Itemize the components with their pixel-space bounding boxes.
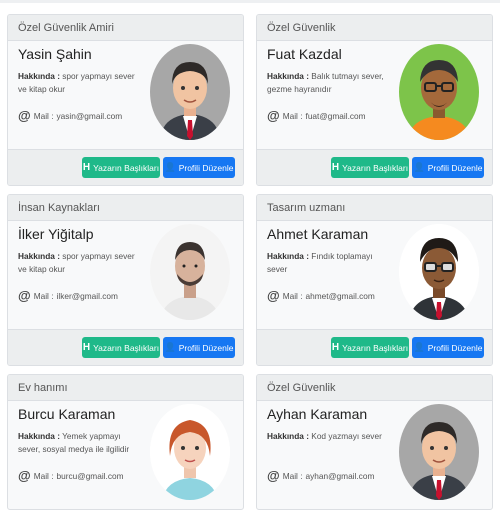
card-footer: H Yazarın Başlıkları 👤 Profili Düzenle (257, 329, 492, 365)
author-titles-button[interactable]: H Yazarın Başlıkları (331, 157, 409, 178)
profile-card: İnsan Kaynakları İlker Yiğitalp Hakkında… (7, 194, 244, 366)
profile-card: Özel Güvenlik Fuat Kazdal Hakkında : Bal… (256, 14, 493, 186)
avatar (399, 44, 479, 140)
profile-about: Hakkında : spor yapmayı sever ve kitap o… (18, 251, 135, 274)
card-role: Ev hanımı (8, 375, 243, 401)
profile-about: Hakkında : Kod yazmayı sever (267, 431, 382, 441)
profile-about: Hakkında : Fındık toplamayı sever (267, 251, 373, 274)
at-icon: @ (18, 468, 31, 483)
h-icon: H (331, 342, 340, 353)
at-icon: @ (267, 288, 280, 303)
profile-about: Hakkında : Yemek yapmayı sever, sosyal m… (18, 431, 130, 454)
card-body: İlker Yiğitalp Hakkında : spor yapmayı s… (8, 221, 243, 329)
at-icon: @ (267, 468, 280, 483)
author-titles-button[interactable]: H Yazarın Başlıkları (82, 337, 160, 358)
card-role: Özel Güvenlik (257, 375, 492, 401)
profile-card: Özel Güvenlik Amiri Yasin Şahin Hakkında… (7, 14, 244, 186)
h-icon: H (82, 342, 91, 353)
card-body: Fuat Kazdal Hakkında : Balık tutmayı sev… (257, 41, 492, 149)
card-role: Özel Güvenlik Amiri (8, 15, 243, 41)
card-body: Yasin Şahin Hakkında : spor yapmayı seve… (8, 41, 243, 149)
profile-card: Tasarım uzmanı Ahmet Karaman Hakkında : … (256, 194, 493, 366)
edit-profile-button[interactable]: 👤 Profili Düzenle (163, 337, 235, 358)
profile-about: Hakkında : spor yapmayı sever ve kitap o… (18, 71, 135, 94)
profile-card: Ev hanımı Burcu Karaman Hakkında : Yemek… (7, 374, 244, 510)
h-icon: H (82, 162, 91, 173)
avatar (399, 224, 479, 320)
avatar (150, 224, 230, 320)
author-titles-button[interactable]: H Yazarın Başlıkları (82, 157, 160, 178)
user-icon: 👤 (413, 162, 425, 172)
card-footer: H Yazarın Başlıkları 👤 Profili Düzenle (8, 329, 243, 365)
at-icon: @ (18, 288, 31, 303)
card-footer: H Yazarın Başlıkları 👤 Profili Düzenle (8, 149, 243, 185)
h-icon: H (331, 162, 340, 173)
profile-card: Özel Güvenlik Ayhan Karaman Hakkında : K… (256, 374, 493, 510)
avatar (399, 404, 479, 500)
edit-profile-button[interactable]: 👤 Profili Düzenle (163, 157, 235, 178)
profile-about: Hakkında : Balık tutmayı sever, gezme ha… (267, 71, 384, 94)
edit-profile-button[interactable]: 👤 Profili Düzenle (412, 157, 484, 178)
card-footer: H Yazarın Başlıkları 👤 Profili Düzenle (257, 149, 492, 185)
card-role: İnsan Kaynakları (8, 195, 243, 221)
author-titles-button[interactable]: H Yazarın Başlıkları (331, 337, 409, 358)
top-divider (0, 0, 500, 3)
edit-profile-button[interactable]: 👤 Profili Düzenle (412, 337, 484, 358)
card-body: Burcu Karaman Hakkında : Yemek yapmayı s… (8, 401, 243, 509)
card-role: Özel Güvenlik (257, 15, 492, 41)
user-icon: 👤 (164, 342, 176, 352)
at-icon: @ (18, 108, 31, 123)
avatar (150, 404, 230, 500)
user-icon: 👤 (164, 162, 176, 172)
card-role: Tasarım uzmanı (257, 195, 492, 221)
user-icon: 👤 (413, 342, 425, 352)
card-body: Ahmet Karaman Hakkında : Fındık toplamay… (257, 221, 492, 329)
at-icon: @ (267, 108, 280, 123)
avatar (150, 44, 230, 140)
card-body: Ayhan Karaman Hakkında : Kod yazmayı sev… (257, 401, 492, 509)
